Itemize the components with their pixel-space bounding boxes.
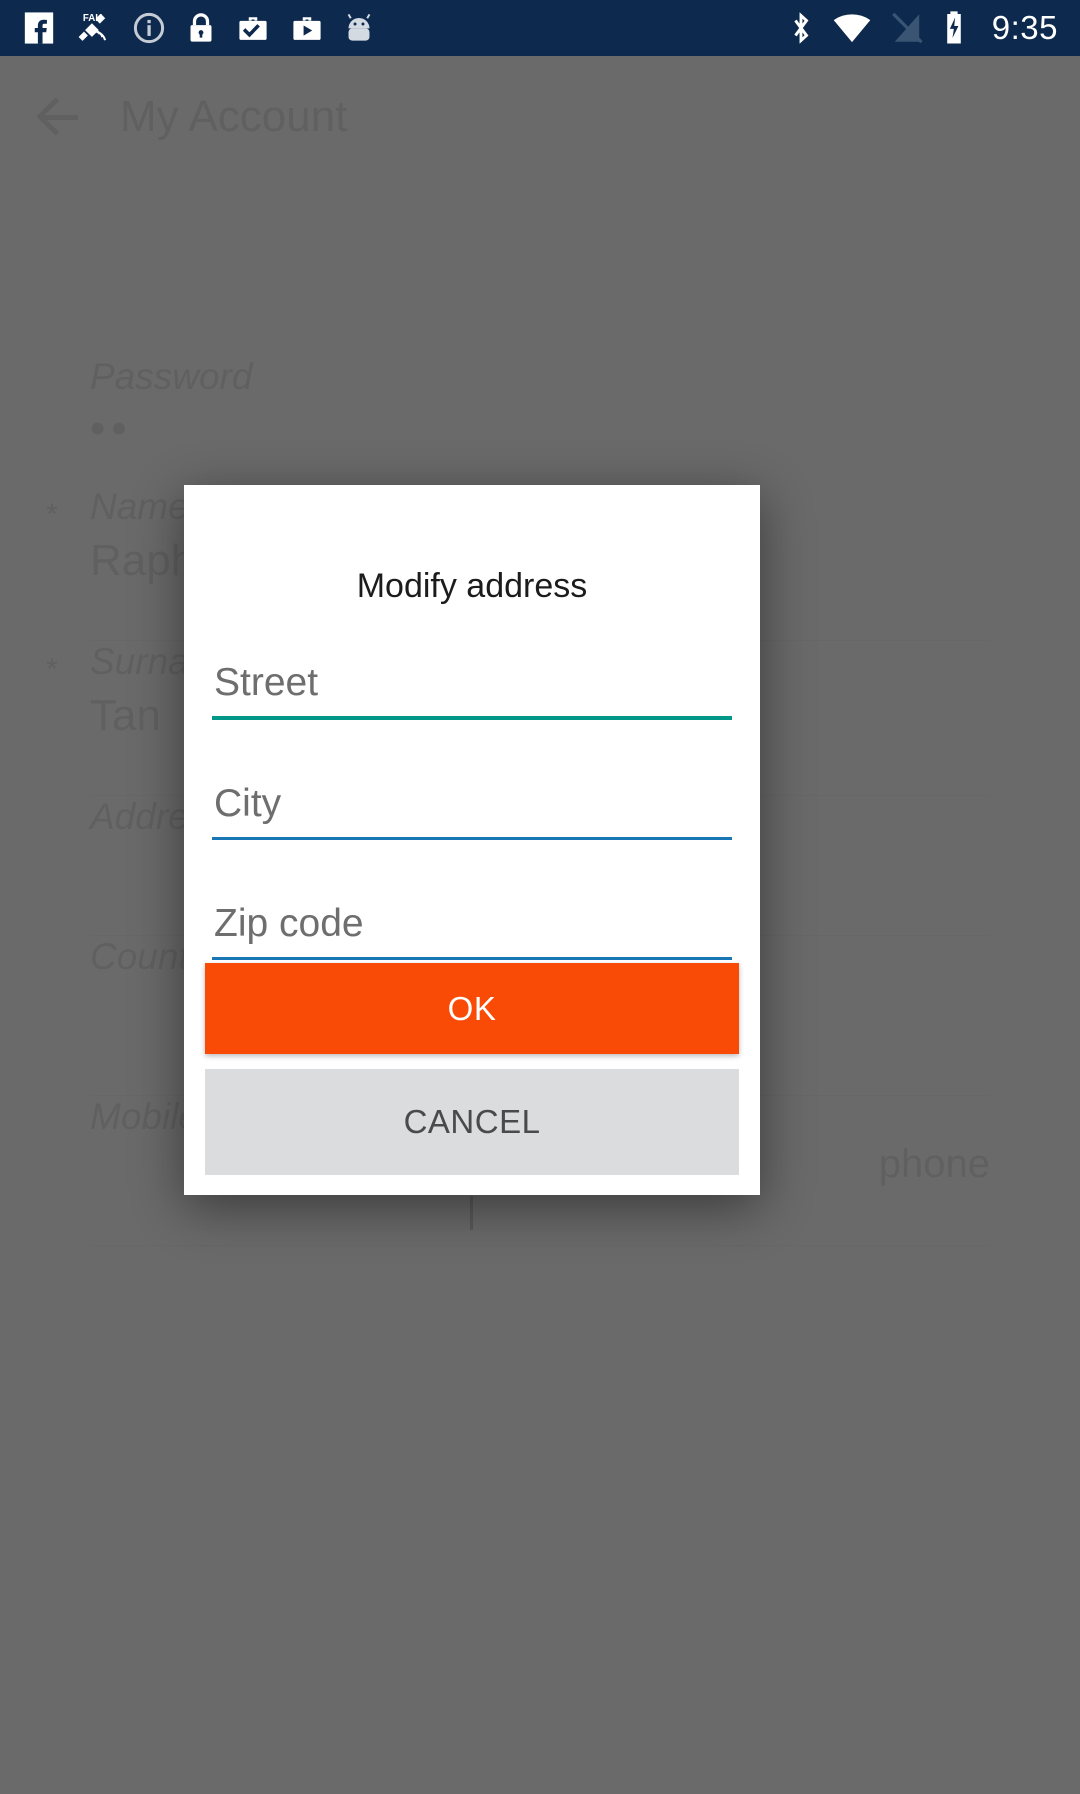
street-field[interactable]: Street [212, 647, 732, 720]
background-app-bar: My Account [0, 56, 1080, 178]
background-text-caret [470, 1196, 473, 1230]
required-star: * [46, 498, 58, 531]
city-field[interactable]: City [212, 768, 732, 840]
status-bar-system-icons: 9:35 [788, 9, 1058, 47]
background-app-title: My Account [120, 92, 348, 141]
phone-screen: FAK 9:35 My Account Password •• * Name R… [0, 0, 1080, 1794]
city-input[interactable]: City [212, 768, 732, 837]
status-bar-notification-icons: FAK [22, 11, 374, 45]
ok-button[interactable]: OK [205, 963, 739, 1054]
zip-code-input[interactable]: Zip code [212, 888, 732, 957]
background-password-row: Password •• [90, 356, 990, 454]
street-input[interactable]: Street [212, 647, 732, 716]
city-underline [212, 836, 732, 840]
status-bar-clock: 9:35 [991, 9, 1058, 46]
wifi-icon [833, 14, 871, 43]
street-underline [212, 715, 732, 720]
bluetooth-icon [794, 12, 809, 44]
dialog-title: Modify address [356, 567, 588, 605]
info-circle-icon [133, 12, 165, 44]
lock-icon [190, 13, 212, 42]
background-password-label: Password [90, 356, 253, 397]
background-password-value: •• [90, 404, 133, 453]
no-sim-signal-icon [891, 12, 923, 44]
zip-code-field[interactable]: Zip code [212, 888, 732, 960]
battery-charging-icon [946, 11, 961, 44]
zip-code-underline [212, 956, 732, 960]
work-profile-play-icon [293, 17, 321, 40]
back-arrow-icon[interactable] [38, 94, 84, 140]
fake-gps-satellite-icon: FAK [78, 13, 107, 41]
facebook-icon [24, 12, 54, 44]
background-row-right-text: phone [878, 1142, 990, 1186]
required-star: * [46, 653, 58, 686]
modify-address-dialog: Modify address Street City Zip code OK C… [184, 485, 760, 1195]
status-bar: FAK 9:35 [0, 0, 1080, 56]
android-head-icon [347, 13, 371, 41]
work-profile-check-icon [239, 17, 267, 40]
cancel-button[interactable]: CANCEL [205, 1069, 739, 1175]
